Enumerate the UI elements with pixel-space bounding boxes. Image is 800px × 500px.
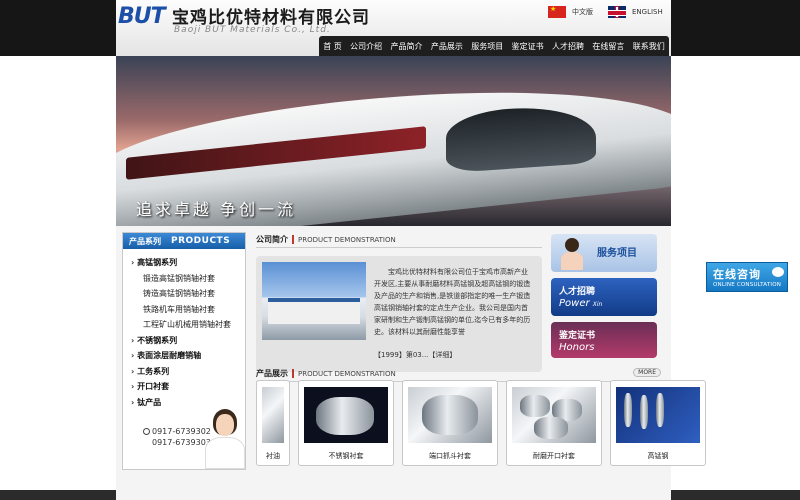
main-nav: 首 页 公司介绍 产品简介 产品展示 服务项目 鉴定证书 人才招聘 在线留言 联… bbox=[319, 36, 669, 56]
nav-message[interactable]: 在线留言 bbox=[592, 41, 624, 52]
product-image bbox=[616, 387, 700, 443]
product-card[interactable]: 端口抓斗衬套 bbox=[402, 380, 498, 466]
services-label: 服务项目 bbox=[597, 248, 637, 259]
product-card[interactable]: 耐磨开口衬套 bbox=[506, 380, 602, 466]
sidebar-title: 产品系列 bbox=[129, 236, 161, 246]
nav-contact[interactable]: 联系我们 bbox=[633, 41, 665, 52]
title-divider bbox=[292, 369, 294, 378]
more-button[interactable]: MORE bbox=[633, 368, 661, 377]
certificates-banner[interactable]: 鉴定证书 Honors bbox=[551, 322, 657, 358]
product-carousel: 衬油 不锈钢衬套 端口抓斗衬套 耐磨开口衬套 高锰钢 bbox=[256, 380, 777, 466]
banner-slogan: 追求卓越 争创一流 bbox=[136, 200, 297, 219]
lang-english[interactable]: ENGLISH bbox=[608, 6, 663, 18]
china-flag-icon bbox=[548, 5, 566, 18]
product-showcase: 产品展示 PRODUCT DEMONSTRATION MORE 衬油 不锈钢衬套… bbox=[256, 366, 706, 466]
intro-text: 宝鸡比优特材料有限公司位于宝鸡市高新产业开发区,主要从事耐磨材料高锰钢及超高锰钢… bbox=[374, 268, 531, 336]
certificates-sublabel: Honors bbox=[559, 342, 595, 353]
products-title-en: PRODUCT DEMONSTRATION bbox=[298, 369, 396, 378]
product-name: 耐磨开口衬套 bbox=[533, 452, 575, 460]
product-image bbox=[408, 387, 492, 443]
product-image bbox=[512, 387, 596, 443]
category-subitem[interactable]: 铁路机车用销轴衬套 bbox=[131, 302, 245, 318]
uk-flag-icon bbox=[608, 6, 626, 18]
intro-title: 公司简介 bbox=[256, 235, 288, 244]
factory-photo bbox=[262, 262, 366, 340]
lang-english-label: ENGLISH bbox=[632, 8, 663, 16]
category-subitem[interactable]: 锻造高锰钢销轴衬套 bbox=[131, 271, 245, 287]
intro-title-bar: 公司简介 PRODUCT DEMONSTRATION bbox=[256, 232, 542, 248]
nav-jobs[interactable]: 人才招聘 bbox=[552, 41, 584, 52]
sidebar-title-en: PRODUCTS bbox=[171, 236, 231, 246]
product-card[interactable]: 不锈钢衬套 bbox=[298, 380, 394, 466]
nav-products[interactable]: 产品展示 bbox=[431, 41, 463, 52]
intro-box: 宝鸡比优特材料有限公司位于宝鸡市高新产业开发区,主要从事耐磨材料高锰钢及超高锰钢… bbox=[256, 256, 542, 372]
category-subitem[interactable]: 铸造高锰钢销轴衬套 bbox=[131, 286, 245, 302]
company-intro-section: 公司简介 PRODUCT DEMONSTRATION 宝鸡比优特材料有限公司位于… bbox=[256, 232, 542, 372]
intro-more-link[interactable]: 【1999】第03...【详细】 bbox=[374, 350, 456, 360]
online-consult-button[interactable]: 在线咨询 ONLINE CONSULTATION bbox=[706, 262, 788, 292]
jobs-label: 人才招聘 bbox=[559, 287, 596, 297]
logo-mark[interactable]: BUT bbox=[118, 4, 166, 29]
title-divider bbox=[292, 235, 294, 244]
product-name: 不锈钢衬套 bbox=[328, 452, 364, 460]
product-name: 衬油 bbox=[266, 452, 280, 460]
product-sidebar: 产品系列 PRODUCTS 高锰钢系列 锻造高锰钢销轴衬套 铸造高锰钢销轴衬套 … bbox=[122, 232, 246, 470]
category-subitem[interactable]: 工程矿山机械用销轴衬套 bbox=[131, 317, 245, 333]
category-item[interactable]: 不锈钢系列 bbox=[131, 333, 245, 349]
product-name: 端口抓斗衬套 bbox=[429, 452, 471, 460]
chat-bubble-icon bbox=[772, 267, 784, 277]
jobs-banner[interactable]: 人才招聘 Power Xin bbox=[551, 278, 657, 316]
product-image bbox=[304, 387, 388, 443]
category-item[interactable]: 开口衬套 bbox=[131, 379, 245, 395]
category-item[interactable]: 工务系列 bbox=[131, 364, 245, 380]
category-item[interactable]: 高锰钢系列 bbox=[131, 255, 245, 271]
hero-banner: 追求卓越 争创一流 bbox=[116, 56, 671, 226]
product-card[interactable]: 高锰钢 bbox=[610, 380, 706, 466]
main-container: BUT 宝鸡比优特材料有限公司 Baoji BUT Materials Co.,… bbox=[116, 0, 706, 500]
contact-phones: 0917-6739302 0917-6739303 bbox=[143, 426, 211, 448]
product-card[interactable]: 衬油 bbox=[256, 380, 290, 466]
company-name-en: Baoji BUT Materials Co., Ltd. bbox=[174, 25, 331, 35]
consult-label-en: ONLINE CONSULTATION bbox=[713, 282, 782, 288]
products-title: 产品展示 bbox=[256, 369, 288, 378]
quick-links: 服务项目 人才招聘 Power Xin 鉴定证书 Honors bbox=[551, 234, 657, 364]
customer-service-photo bbox=[203, 409, 247, 469]
services-banner[interactable]: 服务项目 bbox=[551, 234, 657, 272]
nav-services[interactable]: 服务项目 bbox=[471, 41, 503, 52]
phone-icon bbox=[143, 428, 150, 435]
nav-certificates[interactable]: 鉴定证书 bbox=[512, 41, 544, 52]
consult-label: 在线咨询 bbox=[713, 268, 761, 281]
nav-about[interactable]: 公司介绍 bbox=[350, 41, 382, 52]
nav-product-intro[interactable]: 产品简介 bbox=[390, 41, 422, 52]
category-list: 高锰钢系列 锻造高锰钢销轴衬套 铸造高锰钢销轴衬套 铁路机车用销轴衬套 工程矿山… bbox=[123, 249, 245, 410]
service-agent-photo bbox=[559, 238, 585, 270]
nav-home[interactable]: 首 页 bbox=[323, 41, 342, 52]
intro-title-en: PRODUCT DEMONSTRATION bbox=[298, 235, 396, 244]
lang-chinese[interactable]: 中文版 bbox=[548, 5, 593, 18]
site-header: BUT 宝鸡比优特材料有限公司 Baoji BUT Materials Co.,… bbox=[116, 0, 671, 56]
product-name: 高锰钢 bbox=[647, 452, 669, 460]
jobs-sublabel: Power Xin bbox=[559, 298, 603, 309]
category-item[interactable]: 表面涂层耐磨销轴 bbox=[131, 348, 245, 364]
lang-chinese-label: 中文版 bbox=[572, 8, 593, 16]
certificates-label: 鉴定证书 bbox=[559, 331, 596, 341]
category-item[interactable]: 钛产品 bbox=[131, 395, 245, 411]
sidebar-header: 产品系列 PRODUCTS bbox=[123, 233, 245, 249]
